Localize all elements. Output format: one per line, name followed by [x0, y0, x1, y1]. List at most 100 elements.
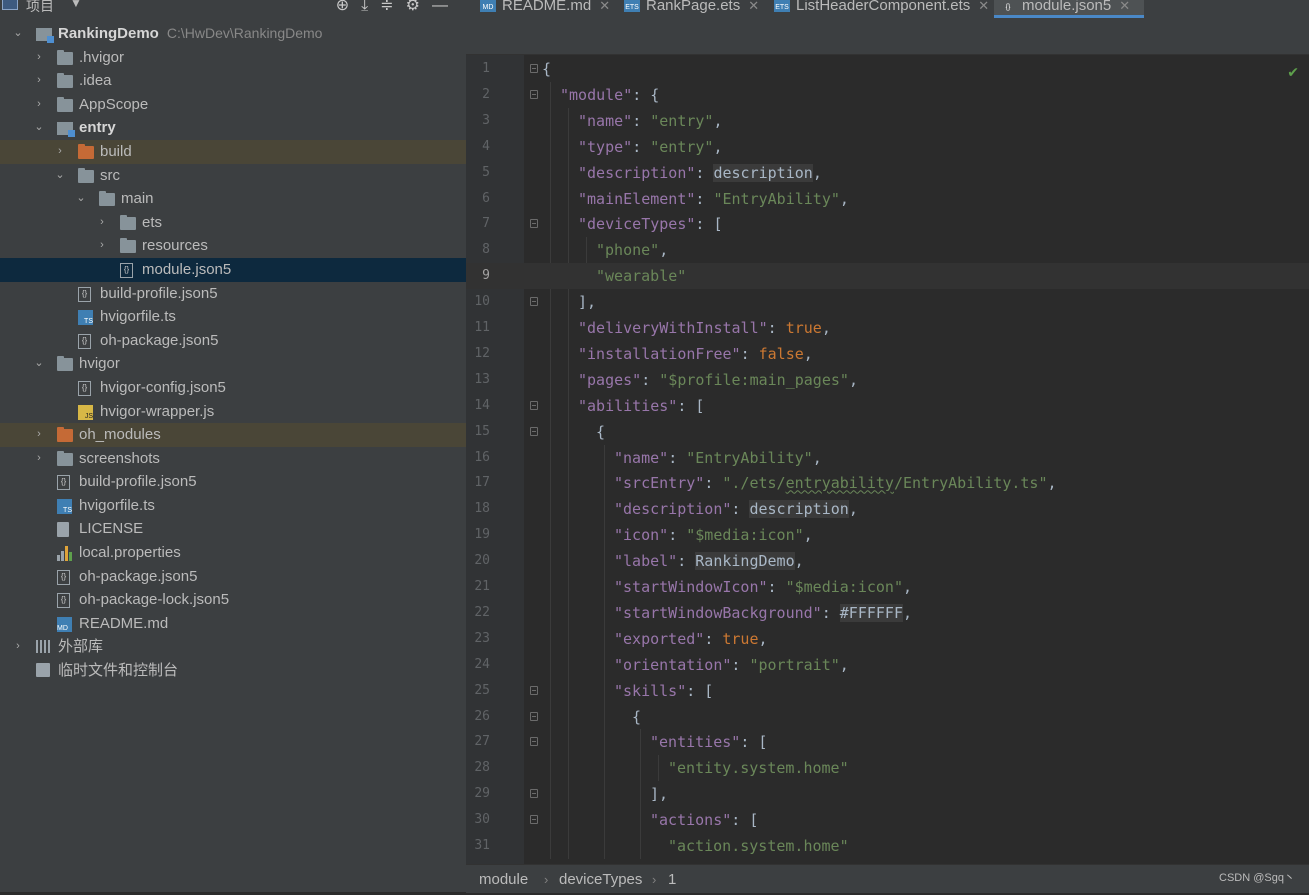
tree-item[interactable]: TS hvigorfile.ts — [0, 305, 466, 329]
chevron-right-icon[interactable]: › — [96, 211, 108, 235]
breadcrumb-index[interactable]: 1 — [668, 865, 676, 895]
code-line[interactable]: 17 "srcEntry": "./ets/entryability/EntryA… — [466, 470, 1309, 496]
chevron-right-icon[interactable]: › — [33, 423, 45, 447]
chevron-right-icon[interactable]: › — [54, 140, 66, 164]
fold-toggle-icon[interactable] — [530, 789, 538, 799]
code-line[interactable]: 14 "abilities": [ — [466, 393, 1309, 419]
tree-item[interactable]: LICENSE — [0, 517, 466, 541]
tree-item[interactable]: local.properties — [0, 541, 466, 565]
code-line[interactable]: 19 "icon": "$media:icon", — [466, 522, 1309, 548]
tree-item[interactable]: ⌄ main — [0, 187, 466, 211]
fold-toggle-icon[interactable] — [530, 711, 538, 721]
code-line[interactable]: 22 "startWindowBackground": #FFFFFF, — [466, 600, 1309, 626]
tree-item[interactable]: {} oh-package.json5 — [0, 329, 466, 353]
fold-toggle-icon[interactable] — [530, 815, 538, 825]
close-icon[interactable]: ✕ — [978, 0, 989, 13]
tree-item[interactable]: {} module.json5 — [0, 257, 466, 282]
breadcrumb-devicetypes[interactable]: deviceTypes — [559, 865, 642, 895]
code-line[interactable]: 29], — [466, 781, 1309, 807]
chevron-down-icon[interactable]: ⌄ — [75, 187, 87, 211]
tree-item[interactable]: › oh_modules — [0, 423, 466, 447]
tree-item[interactable]: › ets — [0, 211, 466, 235]
collapse-all-icon[interactable]: ⤓ — [361, 0, 380, 14]
code-line[interactable]: 11 "deliveryWithInstall": true, — [466, 315, 1309, 341]
chevron-right-icon[interactable]: › — [33, 46, 45, 70]
fold-toggle-icon[interactable] — [530, 297, 538, 307]
code-line[interactable]: 10], — [466, 289, 1309, 315]
tree-item[interactable]: {} oh-package.json5 — [0, 565, 466, 589]
code-line[interactable]: 26 { — [466, 704, 1309, 730]
fold-toggle-icon[interactable] — [530, 737, 538, 747]
code-line[interactable]: 24 "orientation": "portrait", — [466, 652, 1309, 678]
code-line[interactable]: 1{ — [466, 56, 1309, 82]
breadcrumb-module[interactable]: module — [479, 865, 528, 895]
code-line[interactable]: 25 "skills": [ — [466, 678, 1309, 704]
tree-item[interactable]: ⌄ entry — [0, 116, 466, 140]
code-line[interactable]: 3 "name": "entry", — [466, 108, 1309, 134]
tree-item[interactable]: 临时文件和控制台 — [0, 659, 466, 683]
chevron-right-icon[interactable]: › — [33, 69, 45, 93]
chevron-right-icon[interactable]: › — [96, 234, 108, 258]
tree-item[interactable]: › build — [0, 139, 466, 164]
chevron-right-icon[interactable]: › — [12, 635, 24, 659]
code-line[interactable]: 21 "startWindowIcon": "$media:icon", — [466, 574, 1309, 600]
tree-item[interactable]: {} hvigor-config.json5 — [0, 376, 466, 400]
code-line[interactable]: 15 { — [466, 419, 1309, 445]
tree-item[interactable]: {} build-profile.json5 — [0, 282, 466, 306]
code-line[interactable]: 18 "description": description, — [466, 496, 1309, 522]
tree-item[interactable]: ⌄ hvigor — [0, 352, 466, 376]
chevron-down-icon[interactable]: ⌄ — [33, 352, 45, 376]
fold-toggle-icon[interactable] — [530, 89, 538, 99]
chevron-down-icon[interactable]: ⌄ — [12, 22, 24, 46]
tree-item[interactable]: {} oh-package-lock.json5 — [0, 588, 466, 612]
tree-item[interactable]: › resources — [0, 234, 466, 258]
tree-item[interactable]: › screenshots — [0, 447, 466, 471]
close-icon[interactable]: ✕ — [599, 0, 610, 13]
code-line[interactable]: 23 "exported": true, — [466, 626, 1309, 652]
tree-item[interactable]: › .hvigor — [0, 46, 466, 70]
editor-tab[interactable]: MD README.md ✕ — [474, 0, 614, 18]
locate-icon[interactable]: ⊕ — [336, 0, 361, 14]
gear-icon[interactable]: ⚙ — [406, 0, 432, 14]
code-line[interactable]: 7 "deviceTypes": [ — [466, 211, 1309, 237]
tree-item[interactable]: JS hvigor-wrapper.js — [0, 400, 466, 424]
code-line[interactable]: 12 "installationFree": false, — [466, 341, 1309, 367]
code-line[interactable]: 9 "wearable" — [466, 263, 1309, 290]
tree-item[interactable]: › .idea — [0, 69, 466, 93]
inspection-ok-icon[interactable]: ✔ — [1287, 64, 1299, 81]
tree-item[interactable]: ⌄ src — [0, 164, 466, 188]
fold-toggle-icon[interactable] — [530, 685, 538, 695]
project-panel-title[interactable]: 项目 — [26, 0, 54, 16]
code-line[interactable]: 30 "actions": [ — [466, 807, 1309, 833]
tree-item[interactable]: {} build-profile.json5 — [0, 470, 466, 494]
chevron-down-icon[interactable]: ⌄ — [33, 116, 45, 140]
chevron-down-icon[interactable]: ▼ — [70, 0, 82, 10]
fold-toggle-icon[interactable] — [530, 64, 538, 73]
code-line[interactable]: 8 "phone", — [466, 237, 1309, 263]
tree-item[interactable]: MD README.md — [0, 612, 466, 636]
code-line[interactable]: 20 "label": RankingDemo, — [466, 548, 1309, 574]
code-line[interactable]: 27 "entities": [ — [466, 729, 1309, 755]
code-line[interactable]: 4 "type": "entry", — [466, 134, 1309, 160]
fold-toggle-icon[interactable] — [530, 426, 538, 436]
fold-toggle-icon[interactable] — [530, 400, 538, 410]
tree-item[interactable]: › AppScope — [0, 93, 466, 117]
tree-item[interactable]: ⌄ RankingDemo C:\HwDev\RankingDemo — [0, 22, 466, 46]
close-icon[interactable]: ✕ — [1119, 0, 1130, 13]
chevron-down-icon[interactable]: ⌄ — [54, 164, 66, 188]
close-icon[interactable]: ✕ — [748, 0, 759, 13]
code-line[interactable]: 5 "description": description, — [466, 160, 1309, 186]
code-line[interactable]: 6 "mainElement": "EntryAbility", — [466, 186, 1309, 212]
code-editor[interactable]: 1{2 "module": {3 "name": "entry", 4 "type": … — [466, 55, 1309, 864]
editor-tab[interactable]: ETS ListHeaderComponent.ets ✕ — [768, 0, 990, 18]
code-line[interactable]: 16 "name": "EntryAbility", — [466, 445, 1309, 471]
code-line[interactable]: 28 "entity.system.home" — [466, 755, 1309, 781]
fold-toggle-icon[interactable] — [530, 219, 538, 229]
chevron-right-icon[interactable]: › — [33, 93, 45, 117]
expand-all-icon[interactable]: ≑ — [380, 0, 405, 14]
editor-tab[interactable]: ETS RankPage.ets ✕ — [618, 0, 764, 18]
hide-icon[interactable]: — — [432, 0, 460, 14]
code-line[interactable]: 2 "module": { — [466, 82, 1309, 108]
code-line[interactable]: 31 "action.system.home" — [466, 833, 1309, 859]
tree-item[interactable]: TS hvigorfile.ts — [0, 494, 466, 518]
